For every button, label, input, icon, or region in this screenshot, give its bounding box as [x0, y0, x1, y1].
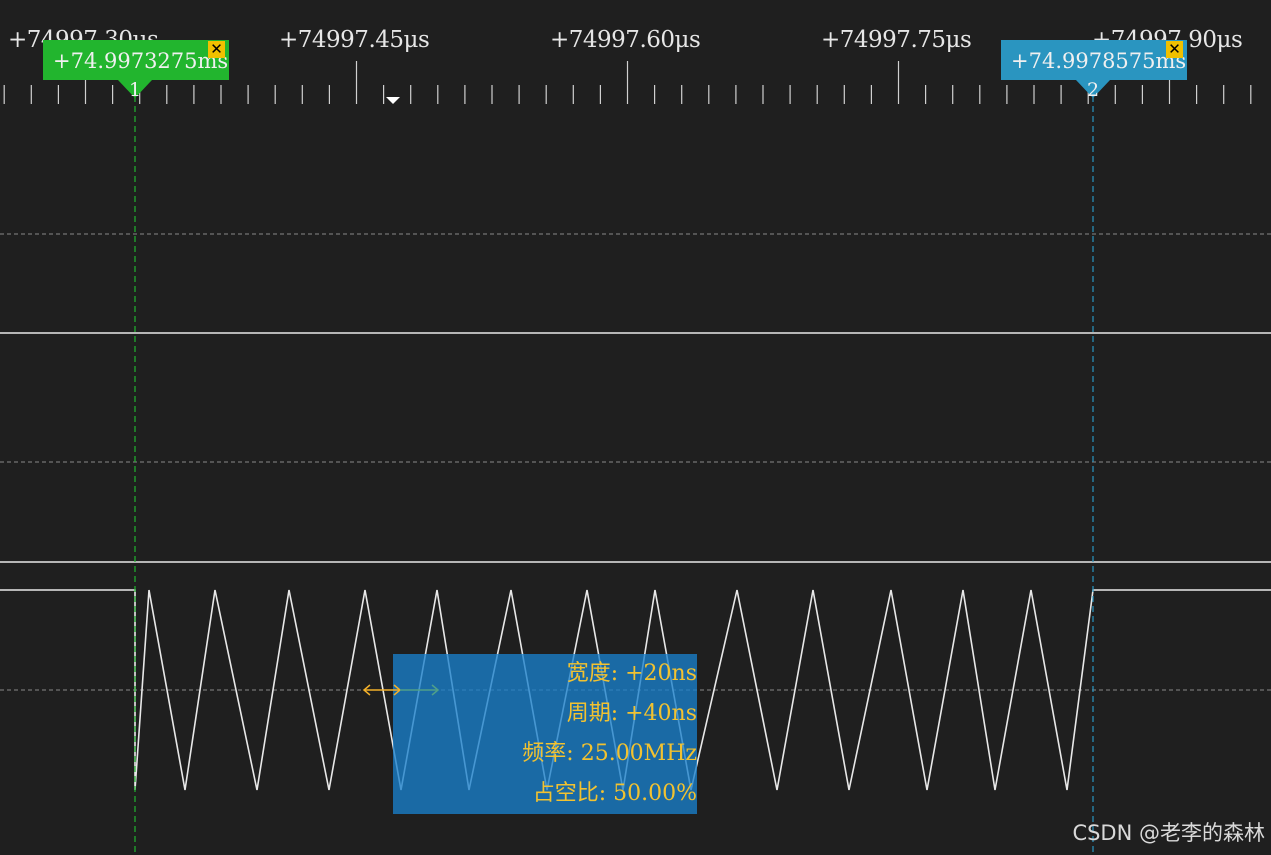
cursor-2-time: +74.9978575ms [1011, 49, 1187, 73]
time-label-3: +74997.60μs [550, 27, 701, 53]
ruler-marker-icon [386, 97, 400, 104]
cursor-1-close-icon[interactable]: ✕ [208, 41, 225, 58]
pulse-measurement-panel: 宽度: +20ns 周期: +40ns 频率: 25.00MHz 占空比: 50… [393, 654, 697, 814]
cursor-1-number: 1 [129, 79, 142, 101]
time-label-4: +74997.75μs [821, 27, 972, 53]
measure-duty-cycle: 占空比: 50.00% [532, 781, 697, 806]
cursor-2-flag[interactable]: +74.9978575ms [1001, 40, 1187, 80]
watermark: CSDN @老李的森林 [1072, 821, 1265, 845]
cursor-2-number: 2 [1087, 79, 1100, 101]
cursor-2-close-icon[interactable]: ✕ [1166, 41, 1183, 58]
cursor-1-flag[interactable]: +74.9973275ms [43, 40, 229, 80]
measure-width: 宽度: +20ns [566, 661, 697, 686]
measure-frequency: 频率: 25.00MHz [522, 741, 697, 766]
cursor-1-time: +74.9973275ms [53, 49, 229, 73]
time-label-2: +74997.45μs [279, 27, 430, 53]
measure-period: 周期: +40ns [566, 701, 697, 726]
